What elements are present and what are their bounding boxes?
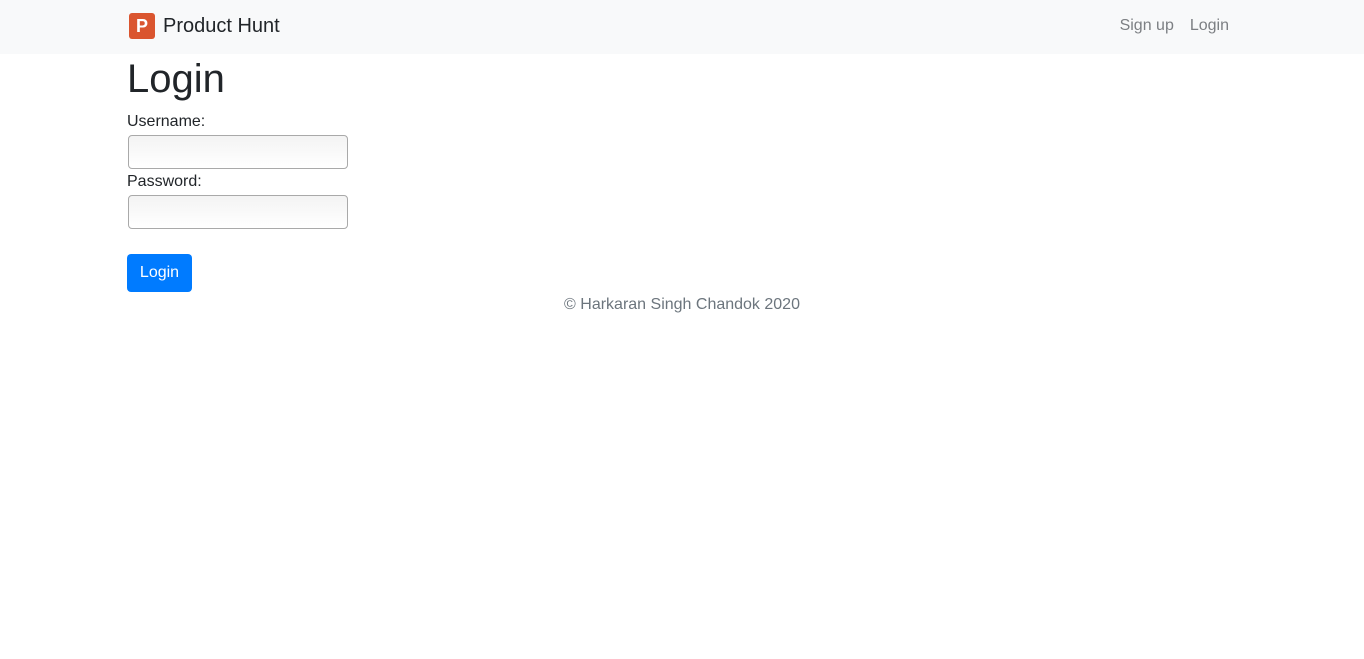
- login-button[interactable]: Login: [127, 254, 192, 292]
- brand-link[interactable]: P Product Hunt: [129, 13, 280, 39]
- page-title: Login: [127, 57, 225, 101]
- footer-copyright: © Harkaran Singh Chandok 2020: [564, 296, 800, 313]
- password-label: Password:: [127, 173, 202, 190]
- login-link[interactable]: Login: [1190, 16, 1229, 36]
- brand-name: Product Hunt: [163, 15, 280, 37]
- signup-link[interactable]: Sign up: [1120, 16, 1174, 36]
- username-label: Username:: [127, 113, 206, 130]
- username-input[interactable]: [128, 135, 348, 169]
- navbar: P Product Hunt Sign up Login: [0, 0, 1364, 54]
- product-hunt-logo-icon: P: [129, 13, 155, 39]
- password-input[interactable]: [128, 195, 348, 229]
- nav-links: Sign up Login: [1120, 16, 1229, 36]
